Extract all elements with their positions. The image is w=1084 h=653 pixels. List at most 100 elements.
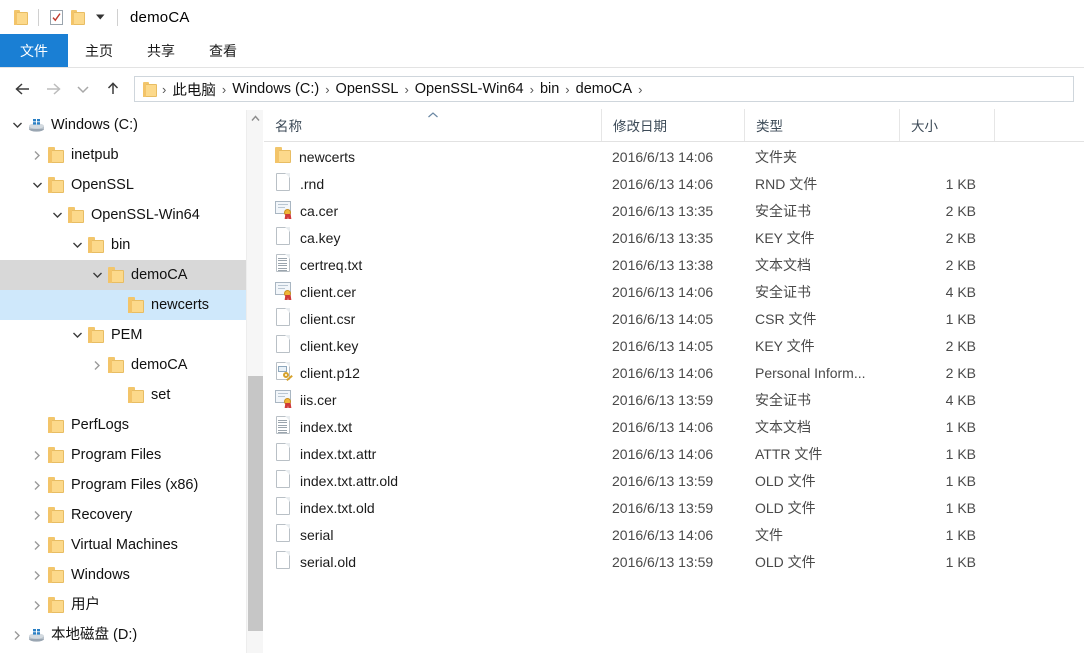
explorer-body: Windows (C:) inetpub OpenSSL OpenSSL-Win64 b… (0, 109, 1084, 653)
file-explorer-window: demoCA 文件 主页 共享 查看 › 此电脑 › Windows (C:) … (0, 0, 1084, 653)
file-name-label: client.cer (300, 283, 357, 300)
tree-item-inetpub[interactable]: inetpub (0, 140, 263, 170)
tree-chevron-collapsed-icon[interactable] (28, 470, 46, 500)
tree-chevron-collapsed-icon[interactable] (28, 530, 46, 560)
file-row[interactable]: index.txt 2016/6/13 14:06 文本文档 1 KB (264, 413, 1084, 440)
file-row[interactable]: serial 2016/6/13 14:06 文件 1 KB (264, 521, 1084, 548)
file-name-cell[interactable]: certreq.txt (264, 253, 601, 276)
scroll-up-icon[interactable] (247, 110, 263, 127)
tab-home[interactable]: 主页 (68, 34, 130, 67)
file-row[interactable]: iis.cer 2016/6/13 13:59 安全证书 4 KB (264, 386, 1084, 413)
scrollbar-thumb[interactable] (248, 376, 263, 632)
breadcrumb[interactable]: › 此电脑 › Windows (C:) › OpenSSL › OpenSSL… (134, 76, 1074, 102)
file-name-cell[interactable]: newcerts (264, 147, 601, 166)
file-row[interactable]: client.cer 2016/6/13 14:06 安全证书 4 KB (264, 278, 1084, 305)
file-name-cell[interactable]: client.csr (264, 307, 601, 330)
tree-chevron-expanded-icon[interactable] (88, 260, 106, 290)
tree-item-openssl-win64[interactable]: OpenSSL-Win64 (0, 200, 263, 230)
breadcrumb-separator[interactable]: › (637, 82, 643, 97)
tree-item-set[interactable]: set (0, 380, 263, 410)
window-title: demoCA (130, 8, 190, 26)
breadcrumb-item-windows-c[interactable]: Windows (C:) (227, 81, 324, 97)
tab-share[interactable]: 共享 (130, 34, 192, 67)
tree-chevron-expanded-icon[interactable] (8, 110, 26, 140)
file-name-cell[interactable]: .rnd (264, 172, 601, 195)
file-row[interactable]: certreq.txt 2016/6/13 13:38 文本文档 2 KB (264, 251, 1084, 278)
tree-item-perflogs[interactable]: PerfLogs (0, 410, 263, 440)
tree-item-democa[interactable]: demoCA (0, 260, 263, 290)
file-name-cell[interactable]: index.txt.attr.old (264, 469, 601, 492)
tree-item-program-files-x86[interactable]: Program Files (x86) (0, 470, 263, 500)
up-button[interactable] (98, 74, 128, 104)
file-name-cell[interactable]: client.cer (264, 281, 601, 303)
tree-item-d[interactable]: 本地磁盘 (D:) (0, 620, 263, 650)
tree-chevron-collapsed-icon[interactable] (28, 500, 46, 530)
tree-chevron-expanded-icon[interactable] (68, 230, 86, 260)
tree-item-program-files[interactable]: Program Files (0, 440, 263, 470)
tree-item-newcerts[interactable]: newcerts (0, 290, 263, 320)
file-row[interactable]: client.p12 2016/6/13 14:06 Personal Inform… (264, 359, 1084, 386)
file-name-cell[interactable]: serial.old (264, 550, 601, 573)
tab-view[interactable]: 查看 (192, 34, 254, 67)
file-row[interactable]: .rnd 2016/6/13 14:06 RND 文件 1 KB (264, 170, 1084, 197)
file-name-cell[interactable]: index.txt.attr (264, 442, 601, 465)
tree-item-pem[interactable]: PEM (0, 320, 263, 350)
tree-chevron-expanded-icon[interactable] (48, 200, 66, 230)
tab-file[interactable]: 文件 (0, 34, 68, 67)
tree-item-[interactable]: 用户 (0, 590, 263, 620)
file-name-cell[interactable]: serial (264, 523, 601, 546)
new-folder-icon[interactable] (67, 6, 89, 28)
column-header-name[interactable]: 名称 (264, 109, 601, 141)
tree-item-openssl[interactable]: OpenSSL (0, 170, 263, 200)
file-name-cell[interactable]: index.txt (264, 415, 601, 438)
tree-item-democa[interactable]: demoCA (0, 350, 263, 380)
file-name-label: serial (300, 526, 334, 543)
tree-chevron-collapsed-icon[interactable] (88, 350, 106, 380)
file-row[interactable]: client.csr 2016/6/13 14:05 CSR 文件 1 KB (264, 305, 1084, 332)
tree-item-bin[interactable]: bin (0, 230, 263, 260)
back-button[interactable] (8, 74, 38, 104)
file-row[interactable]: index.txt.attr.old 2016/6/13 13:59 OLD 文件 1… (264, 467, 1084, 494)
file-name-cell[interactable]: ca.key (264, 226, 601, 249)
tree-chevron-collapsed-icon[interactable] (28, 590, 46, 620)
customize-quick-access-icon[interactable] (89, 6, 111, 28)
properties-icon[interactable] (45, 6, 67, 28)
tree-chevron-expanded-icon[interactable] (68, 320, 86, 350)
file-row[interactable]: client.key 2016/6/13 14:05 KEY 文件 2 KB (264, 332, 1084, 359)
tree-chevron-collapsed-icon[interactable] (28, 140, 46, 170)
file-row[interactable]: ca.cer 2016/6/13 13:35 安全证书 2 KB (264, 197, 1084, 224)
address-bar: › 此电脑 › Windows (C:) › OpenSSL › OpenSSL… (0, 68, 1084, 110)
file-size-cell: 2 KB (945, 256, 976, 273)
file-row[interactable]: serial.old 2016/6/13 13:59 OLD 文件 1 KB (264, 548, 1084, 575)
column-header-size[interactable]: 大小 (899, 109, 994, 141)
file-name-cell[interactable]: ca.cer (264, 200, 601, 222)
tree-item-windows[interactable]: Windows (0, 560, 263, 590)
breadcrumb-item-this-pc[interactable]: 此电脑 (167, 79, 221, 100)
column-header-date[interactable]: 修改日期 (601, 109, 744, 141)
file-type-cell: 文件 (755, 526, 783, 543)
file-row[interactable]: index.txt.attr 2016/6/13 14:06 ATTR 文件 1 KB (264, 440, 1084, 467)
file-name-cell[interactable]: index.txt.old (264, 496, 601, 519)
tree-chevron-expanded-icon[interactable] (28, 170, 46, 200)
column-header-type[interactable]: 类型 (744, 109, 899, 141)
file-name-cell[interactable]: client.key (264, 334, 601, 357)
file-row[interactable]: index.txt.old 2016/6/13 13:59 OLD 文件 1 KB (264, 494, 1084, 521)
breadcrumb-item-democa[interactable]: demoCA (571, 81, 637, 97)
breadcrumb-item-bin[interactable]: bin (535, 81, 564, 97)
file-row[interactable]: newcerts 2016/6/13 14:06 文件夹 (264, 143, 1084, 170)
navigation-scrollbar[interactable] (246, 110, 263, 653)
recent-locations-icon[interactable] (68, 74, 98, 104)
breadcrumb-item-openssl[interactable]: OpenSSL (331, 81, 404, 97)
tree-chevron-collapsed-icon[interactable] (28, 440, 46, 470)
file-row[interactable]: ca.key 2016/6/13 13:35 KEY 文件 2 KB (264, 224, 1084, 251)
file-name-cell[interactable]: client.p12 (264, 361, 601, 384)
tree-item-windows-c[interactable]: Windows (C:) (0, 110, 263, 140)
file-name-cell[interactable]: iis.cer (264, 389, 601, 411)
forward-button[interactable] (38, 74, 68, 104)
tree-item-recovery[interactable]: Recovery (0, 500, 263, 530)
tree-item-virtual-machines[interactable]: Virtual Machines (0, 530, 263, 560)
tree-chevron-collapsed-icon[interactable] (8, 620, 26, 650)
file-date-cell: 2016/6/13 14:05 (612, 310, 714, 327)
tree-chevron-collapsed-icon[interactable] (28, 560, 46, 590)
breadcrumb-item-openssl-win64[interactable]: OpenSSL-Win64 (410, 81, 529, 97)
